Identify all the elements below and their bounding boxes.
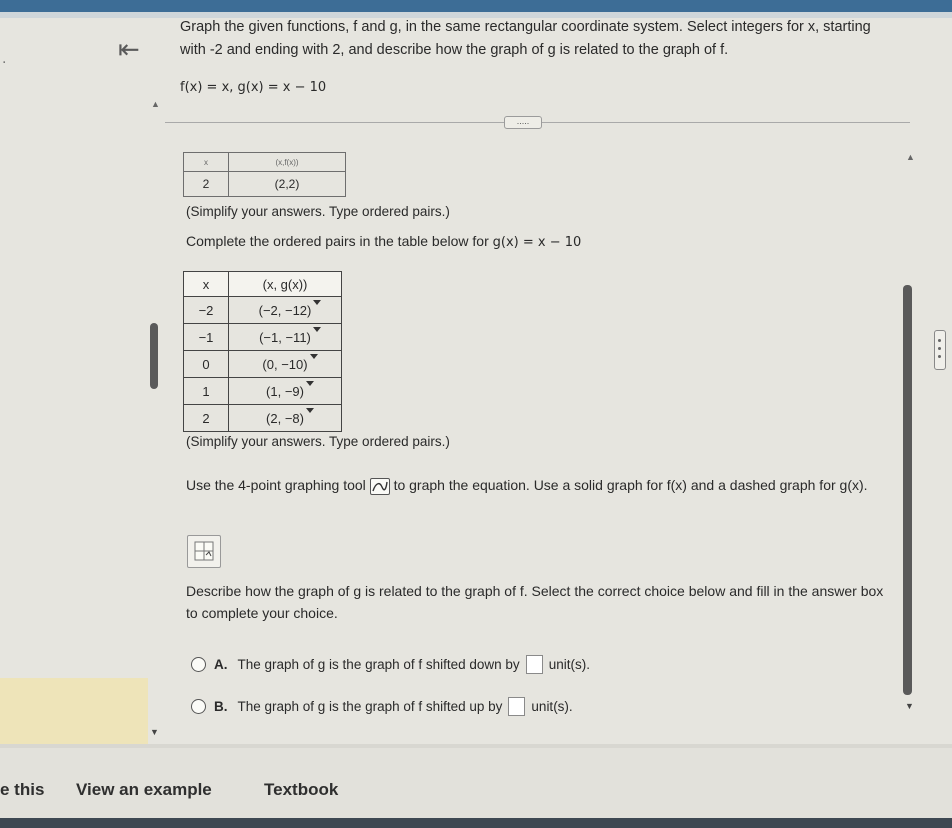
prompt-text: Complete the ordered pairs in the table … bbox=[186, 233, 489, 249]
radio-button[interactable] bbox=[191, 657, 206, 672]
table-cell: 2 bbox=[183, 171, 229, 197]
choice-letter: B. bbox=[214, 699, 228, 714]
table-cell-x: −2 bbox=[183, 296, 229, 324]
answer-value[interactable]: (−1, −11) bbox=[255, 326, 321, 346]
table2-caption: (Simplify your answers. Type ordered pai… bbox=[186, 434, 450, 449]
table-header-pair: (x, g(x)) bbox=[228, 271, 342, 297]
footer-left-link[interactable]: e this bbox=[0, 780, 44, 800]
answer-value[interactable]: (−2, −12) bbox=[255, 299, 322, 319]
table-cell-x: 1 bbox=[183, 377, 229, 405]
view-example-link[interactable]: View an example bbox=[76, 780, 212, 800]
table-header: (x,f(x)) bbox=[228, 152, 346, 172]
grid-icon[interactable] bbox=[187, 535, 221, 568]
top-bar bbox=[0, 0, 952, 12]
table2-prompt: Complete the ordered pairs in the table … bbox=[186, 233, 581, 250]
instruction-suffix: to graph the equation. Use a solid graph… bbox=[393, 477, 868, 493]
table-cell-x: −1 bbox=[183, 323, 229, 351]
table-cell: (2,2) bbox=[228, 171, 346, 197]
prompt-function: g(x) = x − 10 bbox=[492, 235, 582, 250]
back-arrow-icon[interactable]: ⇤ bbox=[118, 36, 140, 62]
edge-mark: . bbox=[2, 50, 7, 67]
question-text: Graph the given functions, f and g, in t… bbox=[180, 19, 871, 58]
answer-value[interactable]: (1, −9) bbox=[262, 380, 314, 400]
scrollbar-left[interactable] bbox=[150, 323, 158, 389]
table-cell-x: 2 bbox=[183, 404, 229, 432]
answer-cell[interactable]: (0, −10) bbox=[228, 350, 342, 378]
answer-cell[interactable]: (1, −9) bbox=[228, 377, 342, 405]
scrollbar-right[interactable] bbox=[903, 285, 912, 695]
table-header-x: x bbox=[183, 271, 229, 297]
expand-icon[interactable]: ▼ bbox=[905, 701, 914, 711]
table-cell-x: 0 bbox=[183, 350, 229, 378]
function-definitions: f(x) = x, g(x) = x − 10 bbox=[180, 80, 327, 95]
expand-icon[interactable]: ▼ bbox=[150, 727, 159, 737]
f-table: x (x,f(x)) 2 (2,2) bbox=[183, 152, 346, 197]
g-table: x (x, g(x)) −2 (−2, −12) −1 (−1, −11) 0 … bbox=[183, 271, 342, 432]
answer-cell[interactable]: (2, −8) bbox=[228, 404, 342, 432]
choice-text: The graph of g is the graph of f shifted… bbox=[237, 699, 503, 714]
answer-cell[interactable]: (−2, −12) bbox=[228, 296, 342, 324]
describe-prompt: Describe how the graph of g is related t… bbox=[186, 583, 884, 621]
choice-text: The graph of g is the graph of f shifted… bbox=[237, 657, 520, 672]
graph-instruction: Use the 4-point graphing tool to graph t… bbox=[186, 473, 896, 498]
answer-box[interactable] bbox=[508, 697, 526, 716]
table1-caption: (Simplify your answers. Type ordered pai… bbox=[186, 204, 450, 219]
instruction-prefix: Use the 4-point graphing tool bbox=[186, 477, 366, 493]
graph-tool-icon[interactable] bbox=[369, 477, 390, 495]
choice-a[interactable]: A. The graph of g is the graph of f shif… bbox=[191, 655, 590, 674]
choice-b[interactable]: B. The graph of g is the graph of f shif… bbox=[191, 697, 573, 716]
footer-bar: e this View an example Textbook bbox=[0, 748, 952, 828]
resize-handle[interactable] bbox=[934, 330, 946, 370]
answer-cell[interactable]: (−1, −11) bbox=[228, 323, 342, 351]
choice-unit: unit(s). bbox=[531, 699, 573, 714]
answer-value[interactable]: (2, −8) bbox=[262, 407, 314, 427]
answer-box[interactable] bbox=[525, 655, 543, 674]
radio-button[interactable] bbox=[191, 699, 206, 714]
choice-letter: A. bbox=[214, 657, 228, 672]
side-panel bbox=[0, 678, 148, 750]
answer-value[interactable]: (0, −10) bbox=[258, 353, 318, 373]
collapse-icon[interactable]: ▲ bbox=[906, 152, 915, 162]
expand-button[interactable]: ..... bbox=[504, 116, 542, 129]
bottom-strip bbox=[0, 818, 952, 828]
table-header: x bbox=[183, 152, 229, 172]
textbook-link[interactable]: Textbook bbox=[264, 780, 338, 800]
choice-unit: unit(s). bbox=[548, 657, 590, 672]
collapse-icon[interactable]: ▲ bbox=[151, 99, 160, 109]
